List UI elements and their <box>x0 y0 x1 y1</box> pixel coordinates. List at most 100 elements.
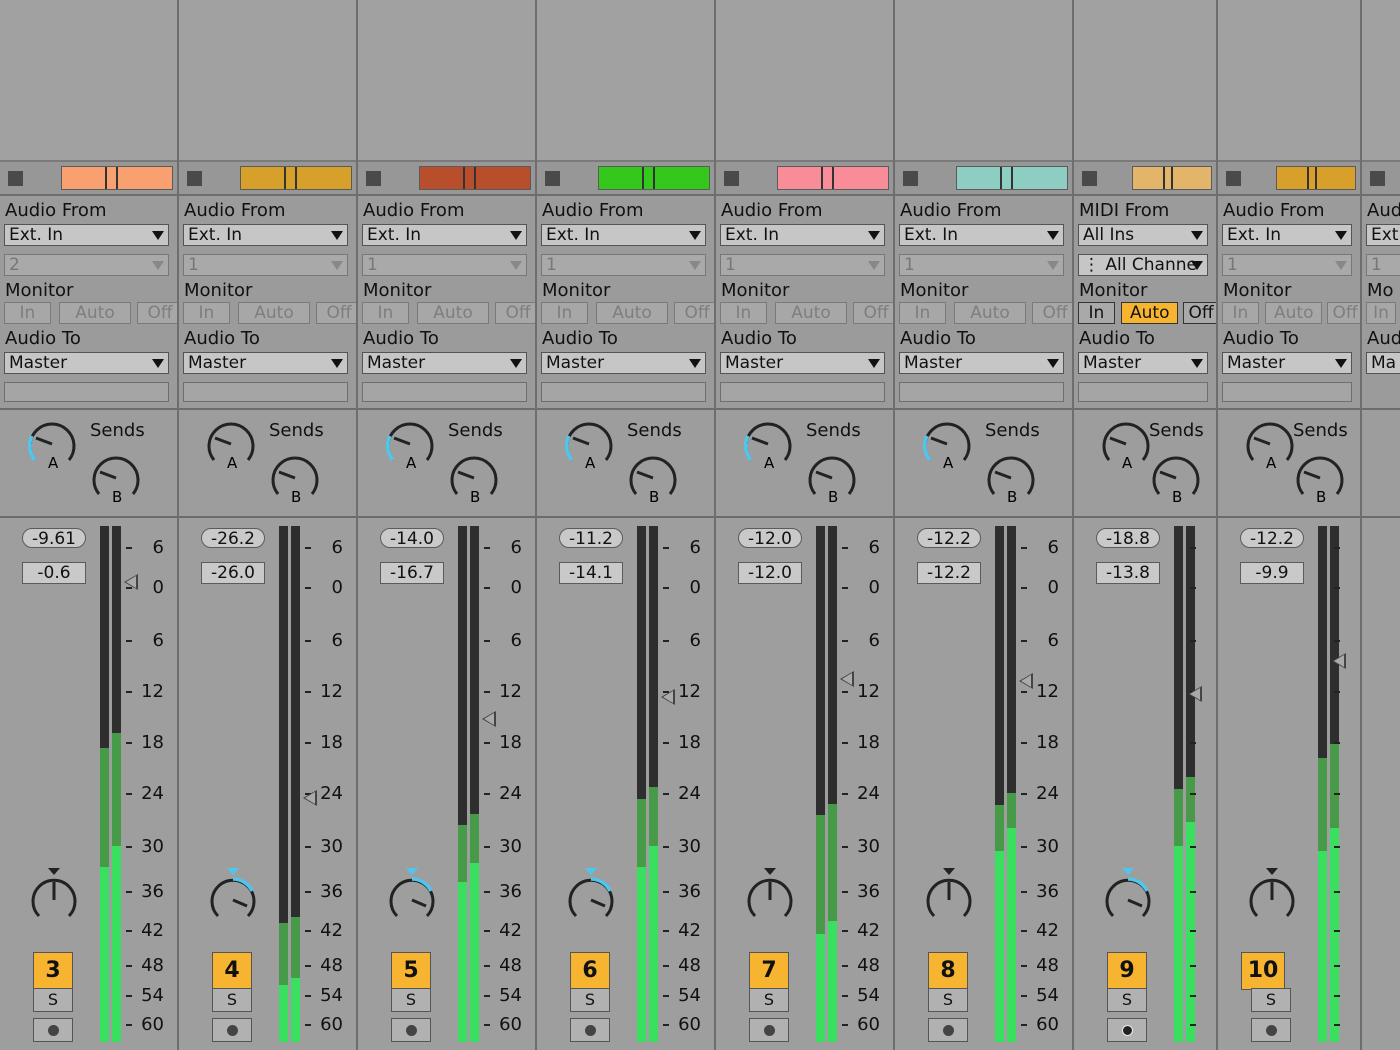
playing-clip-indicator[interactable] <box>956 166 1068 190</box>
volume-fader-handle[interactable] <box>1332 653 1346 670</box>
input-channel-dropdown[interactable]: 1 <box>720 254 885 276</box>
monitor-off-button[interactable]: Off <box>1326 302 1360 324</box>
input-channel-dropdown[interactable]: 1 <box>1366 254 1400 276</box>
solo-button[interactable]: S <box>33 988 73 1012</box>
solo-button[interactable]: S <box>1107 988 1147 1012</box>
clip-stop-button[interactable] <box>903 171 918 186</box>
input-type-dropdown[interactable]: Ext. In <box>899 224 1064 246</box>
volume-value-field[interactable]: -9.9 <box>1240 562 1304 584</box>
track-activator-button[interactable]: 8 <box>928 952 968 990</box>
monitor-in-button[interactable]: In <box>183 302 230 324</box>
peak-level-display[interactable]: -26.2 <box>201 528 265 549</box>
send-b-knob[interactable]: B <box>804 450 860 506</box>
volume-value-field[interactable]: -12.2 <box>917 562 981 584</box>
send-b-knob[interactable]: B <box>1292 450 1348 506</box>
solo-button[interactable]: S <box>1251 988 1291 1012</box>
input-type-dropdown[interactable]: Ext. In <box>183 224 348 246</box>
monitor-in-button[interactable]: In <box>362 302 409 324</box>
peak-level-display[interactable]: -12.2 <box>1240 528 1304 549</box>
clip-stop-button[interactable] <box>1226 171 1241 186</box>
monitor-auto-button[interactable]: Auto <box>1265 302 1323 324</box>
solo-button[interactable]: S <box>749 988 789 1012</box>
volume-fader-handle[interactable] <box>124 574 138 591</box>
track-activator-button[interactable]: 9 <box>1107 952 1147 990</box>
playing-clip-indicator[interactable] <box>1132 166 1212 190</box>
track-activator-button[interactable]: 7 <box>749 952 789 990</box>
track-title-bar[interactable] <box>1362 162 1400 196</box>
arm-button[interactable] <box>391 1018 431 1042</box>
monitor-auto-button[interactable]: Auto <box>1121 302 1179 324</box>
track-title-bar[interactable] <box>895 162 1072 196</box>
volume-fader-handle[interactable] <box>1019 672 1033 689</box>
output-dropdown[interactable]: Master <box>720 352 885 374</box>
send-b-knob[interactable]: B <box>446 450 502 506</box>
send-b-knob[interactable]: B <box>983 450 1039 506</box>
pan-knob[interactable] <box>205 864 261 928</box>
output-channel-field[interactable] <box>183 382 348 402</box>
output-channel-field[interactable] <box>1078 382 1208 402</box>
input-channel-dropdown[interactable]: 1 <box>541 254 706 276</box>
monitor-in-button[interactable]: In <box>1078 302 1115 324</box>
monitor-in-button[interactable]: In <box>1222 302 1259 324</box>
monitor-auto-button[interactable]: Auto <box>774 302 848 324</box>
monitor-auto-button[interactable]: Auto <box>58 302 132 324</box>
monitor-auto-button[interactable]: Auto <box>595 302 669 324</box>
peak-level-display[interactable]: -11.2 <box>559 528 623 549</box>
input-type-dropdown[interactable]: All Ins <box>1078 224 1208 246</box>
solo-button[interactable]: S <box>391 988 431 1012</box>
volume-value-field[interactable]: -13.8 <box>1096 562 1160 584</box>
send-a-knob[interactable]: A <box>740 416 796 472</box>
monitor-off-button[interactable]: Off <box>673 302 714 324</box>
monitor-in-button[interactable]: In <box>720 302 767 324</box>
input-type-dropdown[interactable]: Ext. In <box>362 224 527 246</box>
pan-knob[interactable] <box>26 864 82 928</box>
peak-level-display[interactable]: -9.61 <box>22 528 86 549</box>
arm-button[interactable] <box>1107 1018 1147 1042</box>
monitor-in-button[interactable]: In <box>1366 302 1396 324</box>
send-a-knob[interactable]: A <box>1098 416 1154 472</box>
clip-stop-button[interactable] <box>187 171 202 186</box>
monitor-off-button[interactable]: Off <box>136 302 177 324</box>
track-title-bar[interactable] <box>1074 162 1216 196</box>
clip-stop-button[interactable] <box>8 171 23 186</box>
volume-value-field[interactable]: -12.0 <box>738 562 802 584</box>
output-channel-field[interactable] <box>1222 382 1352 402</box>
pan-knob[interactable] <box>742 864 798 928</box>
input-type-dropdown[interactable]: Ext <box>1366 224 1400 246</box>
playing-clip-indicator[interactable] <box>777 166 889 190</box>
send-a-knob[interactable]: A <box>1242 416 1298 472</box>
pan-knob[interactable] <box>1244 864 1300 928</box>
clip-slot-area[interactable] <box>0 0 177 162</box>
input-type-dropdown[interactable]: Ext. In <box>4 224 169 246</box>
volume-value-field[interactable]: -16.7 <box>380 562 444 584</box>
monitor-off-button[interactable]: Off <box>1182 302 1216 324</box>
arm-button[interactable] <box>570 1018 610 1042</box>
clip-slot-area[interactable] <box>179 0 356 162</box>
solo-button[interactable]: S <box>212 988 252 1012</box>
volume-fader-handle[interactable] <box>482 710 496 727</box>
input-channel-dropdown[interactable]: 1 <box>362 254 527 276</box>
input-type-dropdown[interactable]: Ext. In <box>1222 224 1352 246</box>
clip-slot-area[interactable] <box>537 0 714 162</box>
monitor-in-button[interactable]: In <box>4 302 51 324</box>
send-a-knob[interactable]: A <box>203 416 259 472</box>
clip-slot-area[interactable] <box>1074 0 1216 162</box>
clip-slot-area[interactable] <box>358 0 535 162</box>
pan-knob[interactable] <box>563 864 619 928</box>
clip-stop-button[interactable] <box>724 171 739 186</box>
track-activator-button[interactable]: 5 <box>391 952 431 990</box>
arm-button[interactable] <box>928 1018 968 1042</box>
solo-button[interactable]: S <box>928 988 968 1012</box>
track-title-bar[interactable] <box>0 162 177 196</box>
track-activator-button[interactable]: 10 <box>1241 952 1285 990</box>
send-b-knob[interactable]: B <box>88 450 144 506</box>
volume-fader-handle[interactable] <box>840 671 854 687</box>
playing-clip-indicator[interactable] <box>240 166 352 190</box>
volume-fader-handle[interactable] <box>1188 686 1202 703</box>
clip-slot-area[interactable] <box>895 0 1072 162</box>
send-a-knob[interactable]: A <box>919 416 975 472</box>
arm-button[interactable] <box>1251 1018 1291 1042</box>
arm-button[interactable] <box>749 1018 789 1042</box>
peak-level-display[interactable]: -12.2 <box>917 528 981 549</box>
monitor-in-button[interactable]: In <box>899 302 946 324</box>
